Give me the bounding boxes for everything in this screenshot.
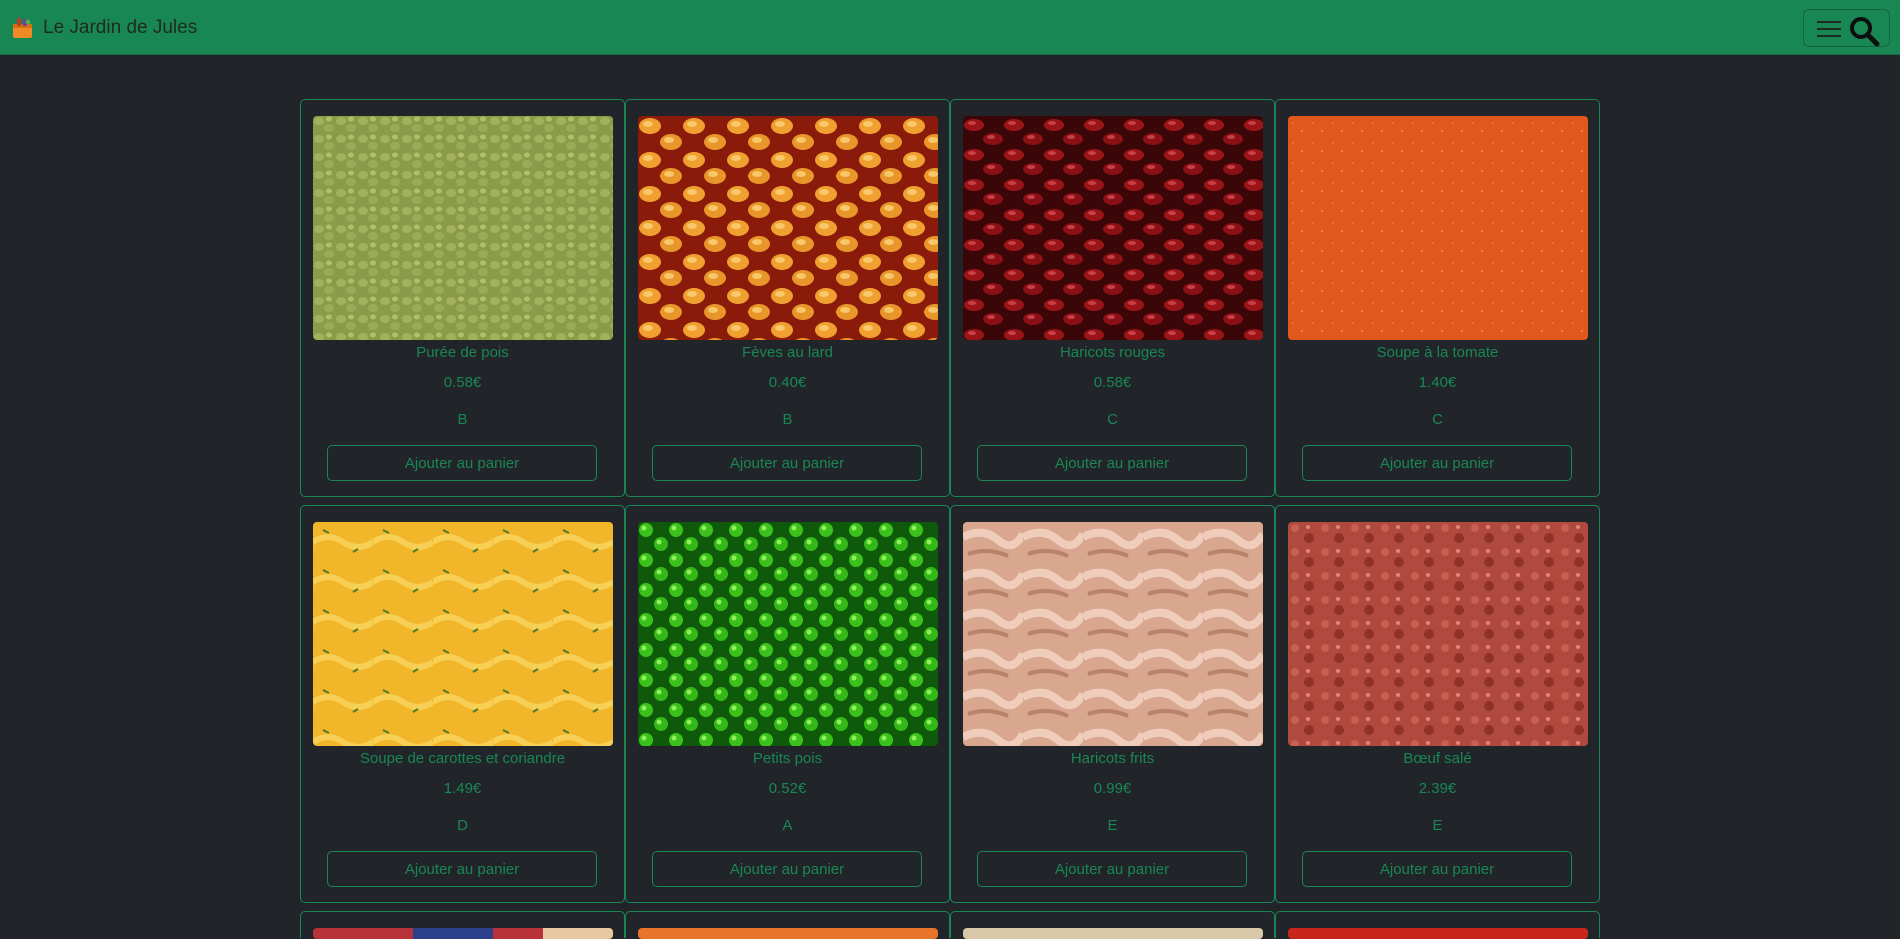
product-price: 0.58€	[1093, 374, 1132, 391]
product-name[interactable]: Soupe à la tomate	[1276, 344, 1599, 361]
product-price: 1.40€	[1418, 374, 1457, 391]
product-image[interactable]	[963, 116, 1263, 340]
product-name[interactable]: Bœuf salé	[1276, 750, 1599, 767]
product-card: Fèves au lard 0.40€ B Ajouter au panier	[625, 99, 950, 497]
product-image[interactable]	[963, 928, 1263, 939]
product-score: C	[1107, 411, 1118, 428]
product-score: D	[457, 817, 468, 834]
product-score: B	[457, 411, 468, 428]
product-card: Haricots rouges 0.58€ C Ajouter au panie…	[950, 99, 1275, 497]
brand-link[interactable]: Le Jardin de Jules	[12, 14, 197, 42]
product-price: 0.52€	[768, 780, 807, 797]
product-name[interactable]: Fèves au lard	[626, 344, 949, 361]
product-image[interactable]	[963, 522, 1263, 746]
product-image[interactable]	[638, 928, 938, 939]
product-score: C	[1432, 411, 1443, 428]
add-to-cart-button[interactable]: Ajouter au panier	[327, 445, 597, 481]
product-image[interactable]	[313, 116, 613, 340]
product-name[interactable]: Purée de pois	[301, 344, 624, 361]
product-image[interactable]	[1288, 116, 1588, 340]
add-to-cart-button[interactable]: Ajouter au panier	[1302, 851, 1572, 887]
product-price: 1.49€	[443, 780, 482, 797]
add-to-cart-button[interactable]: Ajouter au panier	[652, 445, 922, 481]
add-to-cart-button[interactable]: Ajouter au panier	[327, 851, 597, 887]
product-card: Soupe de carottes et coriandre 1.49€ D A…	[300, 505, 625, 903]
search-icon[interactable]	[1848, 15, 1880, 47]
add-to-cart-button[interactable]: Ajouter au panier	[652, 851, 922, 887]
hamburger-menu-icon[interactable]	[1816, 18, 1842, 40]
navbar: Le Jardin de Jules	[0, 0, 1900, 55]
product-card-partial	[950, 911, 1275, 939]
product-price: 2.39€	[1418, 780, 1457, 797]
add-to-cart-button[interactable]: Ajouter au panier	[1302, 445, 1572, 481]
product-score: E	[1107, 817, 1118, 834]
product-score: A	[782, 817, 793, 834]
product-card-partial	[625, 911, 950, 939]
product-image[interactable]	[1288, 928, 1588, 939]
product-score: E	[1432, 817, 1443, 834]
product-name[interactable]: Petits pois	[626, 750, 949, 767]
product-score: B	[782, 411, 793, 428]
product-card: Soupe à la tomate 1.40€ C Ajouter au pan…	[1275, 99, 1600, 497]
product-image[interactable]	[1288, 522, 1588, 746]
nav-controls	[1803, 9, 1890, 47]
product-image[interactable]	[313, 522, 613, 746]
product-image[interactable]	[313, 928, 613, 939]
product-card-partial	[1275, 911, 1600, 939]
product-image[interactable]	[638, 116, 938, 340]
add-to-cart-button[interactable]: Ajouter au panier	[977, 445, 1247, 481]
product-price: 0.58€	[443, 374, 482, 391]
product-card: Purée de pois 0.58€ B Ajouter au panier	[300, 99, 625, 497]
product-name[interactable]: Haricots rouges	[951, 344, 1274, 361]
product-price: 0.40€	[768, 374, 807, 391]
shopping-bag-icon	[12, 17, 33, 39]
product-card: Haricots frits 0.99€ E Ajouter au panier	[950, 505, 1275, 903]
product-card-partial	[300, 911, 625, 939]
product-card: Bœuf salé 2.39€ E Ajouter au panier	[1275, 505, 1600, 903]
add-to-cart-button[interactable]: Ajouter au panier	[977, 851, 1247, 887]
product-card: Petits pois 0.52€ A Ajouter au panier	[625, 505, 950, 903]
brand-name: Le Jardin de Jules	[43, 17, 198, 38]
product-price: 0.99€	[1093, 780, 1132, 797]
product-name[interactable]: Haricots frits	[951, 750, 1274, 767]
product-image[interactable]	[638, 522, 938, 746]
product-name[interactable]: Soupe de carottes et coriandre	[301, 750, 624, 767]
